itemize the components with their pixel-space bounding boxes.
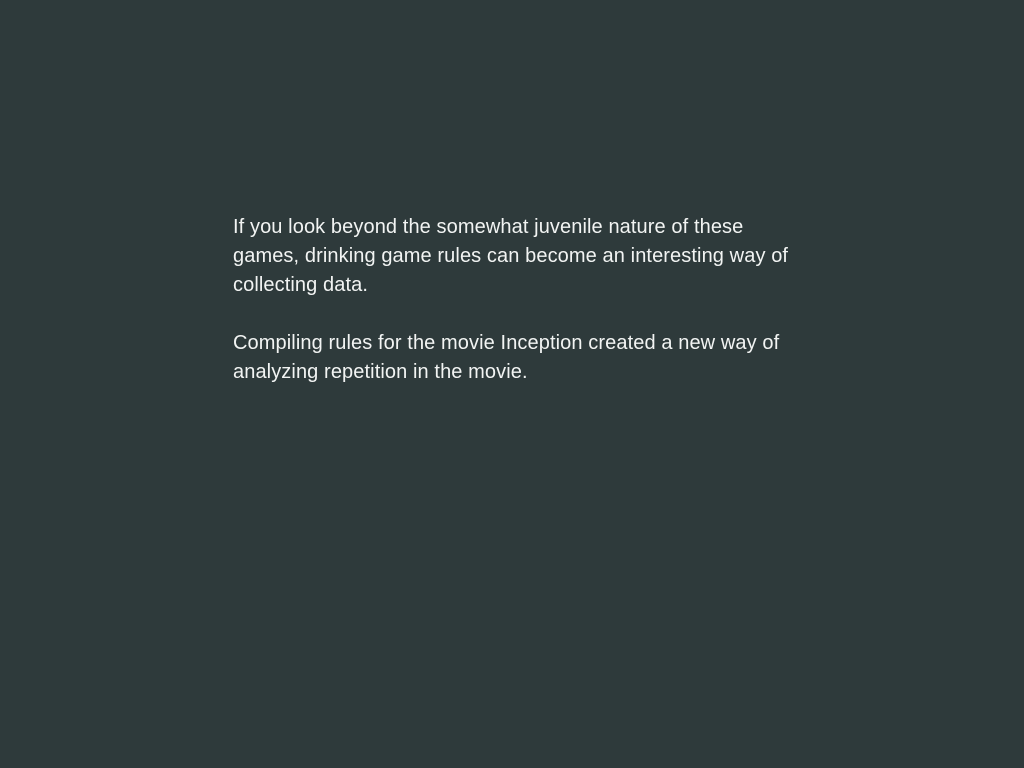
slide-text-block: If you look beyond the somewhat juvenile… xyxy=(233,213,793,387)
intro-paragraph: If you look beyond the somewhat juvenile… xyxy=(233,216,789,296)
inception-paragraph: Compiling rules for the movie Inception … xyxy=(233,332,780,383)
